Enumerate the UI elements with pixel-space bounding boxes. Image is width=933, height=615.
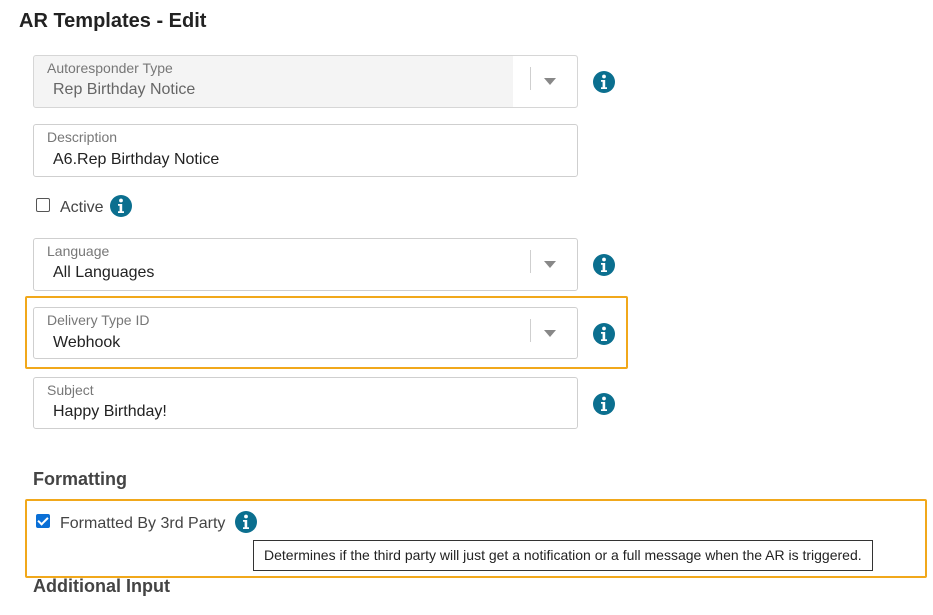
description-field[interactable]: Description A6.Rep Birthday Notice xyxy=(33,124,578,177)
dropdown-separator xyxy=(530,319,531,342)
delivery-type-select[interactable]: Delivery Type ID Webhook xyxy=(33,307,578,359)
formatting-heading: Formatting xyxy=(33,469,127,489)
page-title: AR Templates - Edit xyxy=(19,10,207,32)
chevron-down-icon[interactable] xyxy=(544,330,556,337)
info-icon[interactable] xyxy=(235,511,257,533)
additional-input-heading: Additional Input xyxy=(33,576,170,596)
info-icon[interactable] xyxy=(593,393,615,415)
subject-value[interactable]: Happy Birthday! xyxy=(53,403,167,421)
info-icon[interactable] xyxy=(593,254,615,276)
description-label: Description xyxy=(47,129,118,145)
delivery-type-value: Webhook xyxy=(53,334,121,351)
info-tooltip: Determines if the third party will just … xyxy=(253,540,873,571)
formatted-by-3rd-party-checkbox[interactable] xyxy=(36,514,50,528)
dropdown-separator xyxy=(530,250,531,273)
info-icon[interactable] xyxy=(593,71,615,93)
info-icon[interactable] xyxy=(110,195,132,217)
active-checkbox[interactable] xyxy=(36,198,50,212)
active-label: Active xyxy=(60,199,104,216)
subject-label: Subject xyxy=(47,382,94,398)
language-label: Language xyxy=(47,243,110,259)
language-value: All Languages xyxy=(53,264,155,281)
dropdown-separator xyxy=(530,67,531,90)
language-select[interactable]: Language All Languages xyxy=(33,238,578,291)
delivery-type-label: Delivery Type ID xyxy=(47,312,150,328)
autoresponder-type-value: Rep Birthday Notice xyxy=(53,81,196,98)
chevron-down-icon[interactable] xyxy=(544,261,556,268)
info-icon[interactable] xyxy=(593,323,615,345)
description-value[interactable]: A6.Rep Birthday Notice xyxy=(53,151,219,169)
formatted-by-3rd-party-label: Formatted By 3rd Party xyxy=(60,515,226,532)
autoresponder-type-select[interactable]: Autoresponder Type Rep Birthday Notice xyxy=(33,55,578,108)
subject-field[interactable]: Subject Happy Birthday! xyxy=(33,377,578,429)
chevron-down-icon[interactable] xyxy=(544,78,556,85)
autoresponder-type-label: Autoresponder Type xyxy=(47,60,173,76)
